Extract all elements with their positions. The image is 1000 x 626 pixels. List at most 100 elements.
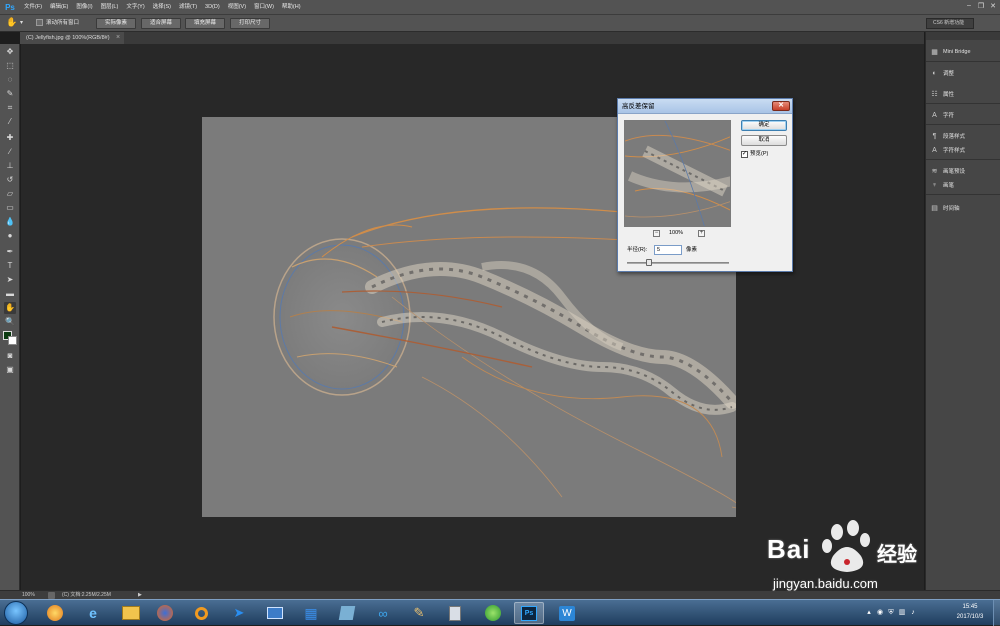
fit-screen-button[interactable]: 适合屏幕 xyxy=(141,18,181,29)
eyedropper-tool-icon[interactable]: ⁄ xyxy=(4,116,16,128)
tray-shield-icon[interactable]: ⛨ xyxy=(887,609,895,617)
adjustments-icon: ◐ xyxy=(932,69,937,77)
dialog-titlebar[interactable]: 高反差保留 ✕ xyxy=(618,99,792,114)
taskbar-clock[interactable]: 15:45 2017/10/3 xyxy=(950,602,990,622)
menu-item[interactable]: 视图(V) xyxy=(224,0,250,14)
preview-checkbox[interactable]: ✓ xyxy=(741,151,748,158)
print-size-button[interactable]: 打印尺寸 xyxy=(230,18,270,29)
panel-brush[interactable]: ♆ 画笔 xyxy=(930,179,998,191)
wps-icon[interactable]: W xyxy=(552,602,582,624)
remote-desktop-icon[interactable] xyxy=(260,602,290,624)
radius-input[interactable]: 5 xyxy=(654,245,682,255)
pen-tool-icon[interactable]: ✒ xyxy=(4,246,16,258)
notes-icon[interactable] xyxy=(332,602,362,624)
panel-timeline[interactable]: ▤ 时间轴 xyxy=(930,202,998,214)
menu-item[interactable]: 帮助(H) xyxy=(278,0,305,14)
mini-bridge-icon: ▦ xyxy=(931,48,938,56)
show-desktop-button[interactable] xyxy=(993,600,1000,626)
panel-character-styles[interactable]: A 字符样式 xyxy=(930,144,998,156)
fill-screen-button[interactable]: 填充屏幕 xyxy=(185,18,225,29)
minimize-icon[interactable]: – xyxy=(964,1,974,10)
menu-item[interactable]: 3D(D) xyxy=(201,0,224,14)
tiles-icon[interactable]: ▦ xyxy=(296,602,326,624)
close-tab-icon[interactable]: × xyxy=(116,32,120,44)
menu-item[interactable]: 图像(I) xyxy=(72,0,96,14)
panel-dock: ▦ Mini Bridge ◐ 调整 ☷ 属性 A 字符 ¶ 段落样式 A 字符… xyxy=(925,32,1000,590)
quick-mask-icon[interactable]: ◙ xyxy=(4,350,16,362)
marquee-tool-icon[interactable]: ⬚ xyxy=(4,60,16,72)
tray-app-icon[interactable]: ◉ xyxy=(876,609,884,617)
panel-adjustments[interactable]: ◐ 调整 xyxy=(930,67,998,79)
panel-dock-header[interactable] xyxy=(926,32,1000,40)
ok-button[interactable]: 确定 xyxy=(741,120,787,131)
baidu-netdisk-icon[interactable]: ∞ xyxy=(368,602,398,624)
firefox-icon[interactable] xyxy=(150,602,180,624)
start-button[interactable] xyxy=(4,601,28,625)
browser-icon[interactable] xyxy=(478,602,508,624)
photoshop-logo[interactable]: Ps xyxy=(0,0,20,14)
tray-arrow-icon[interactable]: ▴ xyxy=(865,609,873,617)
gradient-tool-icon[interactable]: ▭ xyxy=(4,202,16,214)
status-info-icon[interactable] xyxy=(48,592,55,599)
rectangle-tool-icon[interactable]: ▬ xyxy=(4,288,16,300)
healing-brush-tool-icon[interactable]: ✚ xyxy=(4,132,16,144)
menu-item[interactable]: 文字(Y) xyxy=(122,0,148,14)
hand-tool-active-icon[interactable]: ✋ xyxy=(4,302,16,314)
dialog-preview-pane[interactable] xyxy=(624,120,731,227)
menu-item[interactable]: 图层(L) xyxy=(97,0,123,14)
ie-icon[interactable]: e xyxy=(78,602,108,624)
blur-tool-icon[interactable]: 💧 xyxy=(4,216,16,228)
menu-item[interactable]: 滤镜(T) xyxy=(175,0,201,14)
search-app-icon[interactable] xyxy=(186,602,216,624)
explorer-icon[interactable] xyxy=(116,602,146,624)
menu-item[interactable]: 窗口(W) xyxy=(250,0,278,14)
document-tab-bar: (C) Jellyfish.jpg @ 100%(RGB/8#) × xyxy=(20,32,924,44)
brush-icon: ♆ xyxy=(931,181,938,189)
crop-tool-icon[interactable]: ⌗ xyxy=(4,102,16,114)
history-brush-tool-icon[interactable]: ↺ xyxy=(4,174,16,186)
menu-item[interactable]: 文件(F) xyxy=(20,0,46,14)
path-select-tool-icon[interactable]: ➤ xyxy=(4,274,16,286)
screen-mode-icon[interactable]: ▣ xyxy=(4,364,16,376)
menu-item[interactable]: 选择(S) xyxy=(149,0,175,14)
dialog-title: 高反差保留 xyxy=(622,103,655,110)
photoshop-icon[interactable]: Ps xyxy=(514,602,544,624)
dialog-close-icon[interactable]: ✕ xyxy=(772,101,790,111)
radius-slider-track[interactable] xyxy=(627,262,729,264)
workspace-select[interactable]: CS6 新增功能 xyxy=(926,18,974,29)
panel-character[interactable]: A 字符 xyxy=(930,109,998,121)
scroll-all-windows-label: 滚动所有窗口 xyxy=(46,20,80,26)
actual-pixels-button[interactable]: 实际像素 xyxy=(96,18,136,29)
move-tool-icon[interactable]: ✥ xyxy=(4,46,16,58)
scroll-all-windows-checkbox[interactable] xyxy=(36,19,43,26)
zoom-out-icon[interactable]: − xyxy=(653,230,660,237)
tray-volume-icon[interactable]: ♪ xyxy=(909,609,917,617)
clone-stamp-tool-icon[interactable]: ⊥ xyxy=(4,160,16,172)
qq-icon[interactable] xyxy=(40,602,70,624)
eraser-tool-icon[interactable]: ▱ xyxy=(4,188,16,200)
type-tool-icon[interactable]: T xyxy=(4,260,16,272)
close-window-icon[interactable]: ✕ xyxy=(988,1,998,10)
brush-tool-icon[interactable]: ∕ xyxy=(4,146,16,158)
zoom-in-icon[interactable]: + xyxy=(698,230,705,237)
tray-network-icon[interactable]: ▥ xyxy=(898,609,906,617)
zoom-tool-icon[interactable]: 🔍 xyxy=(4,316,16,328)
cancel-button[interactable]: 取消 xyxy=(741,135,787,146)
panel-mini-bridge[interactable]: ▦ Mini Bridge xyxy=(930,46,998,58)
tool-preset-chevron-icon[interactable]: ▾ xyxy=(20,19,23,26)
menu-item[interactable]: 编辑(E) xyxy=(46,0,72,14)
restore-icon[interactable]: ❐ xyxy=(976,1,986,10)
panel-brush-presets[interactable]: ≋ 画笔预设 xyxy=(930,165,998,177)
feiq-icon[interactable]: ➤ xyxy=(224,602,254,624)
hand-tool-icon[interactable]: ✋ xyxy=(6,17,18,29)
dodge-tool-icon[interactable]: ● xyxy=(4,230,16,242)
panel-paragraph-styles[interactable]: ¶ 段落样式 xyxy=(930,130,998,142)
calculator-icon[interactable] xyxy=(440,602,470,624)
background-color-swatch[interactable] xyxy=(8,336,17,345)
quick-select-tool-icon[interactable]: ✎ xyxy=(4,88,16,100)
document-tab[interactable]: (C) Jellyfish.jpg @ 100%(RGB/8#) xyxy=(20,32,124,44)
paint-icon[interactable]: ✎ xyxy=(404,602,434,624)
radius-slider-thumb[interactable] xyxy=(646,259,653,266)
lasso-tool-icon[interactable]: ◌ xyxy=(4,74,16,86)
panel-properties[interactable]: ☷ 属性 xyxy=(930,88,998,100)
